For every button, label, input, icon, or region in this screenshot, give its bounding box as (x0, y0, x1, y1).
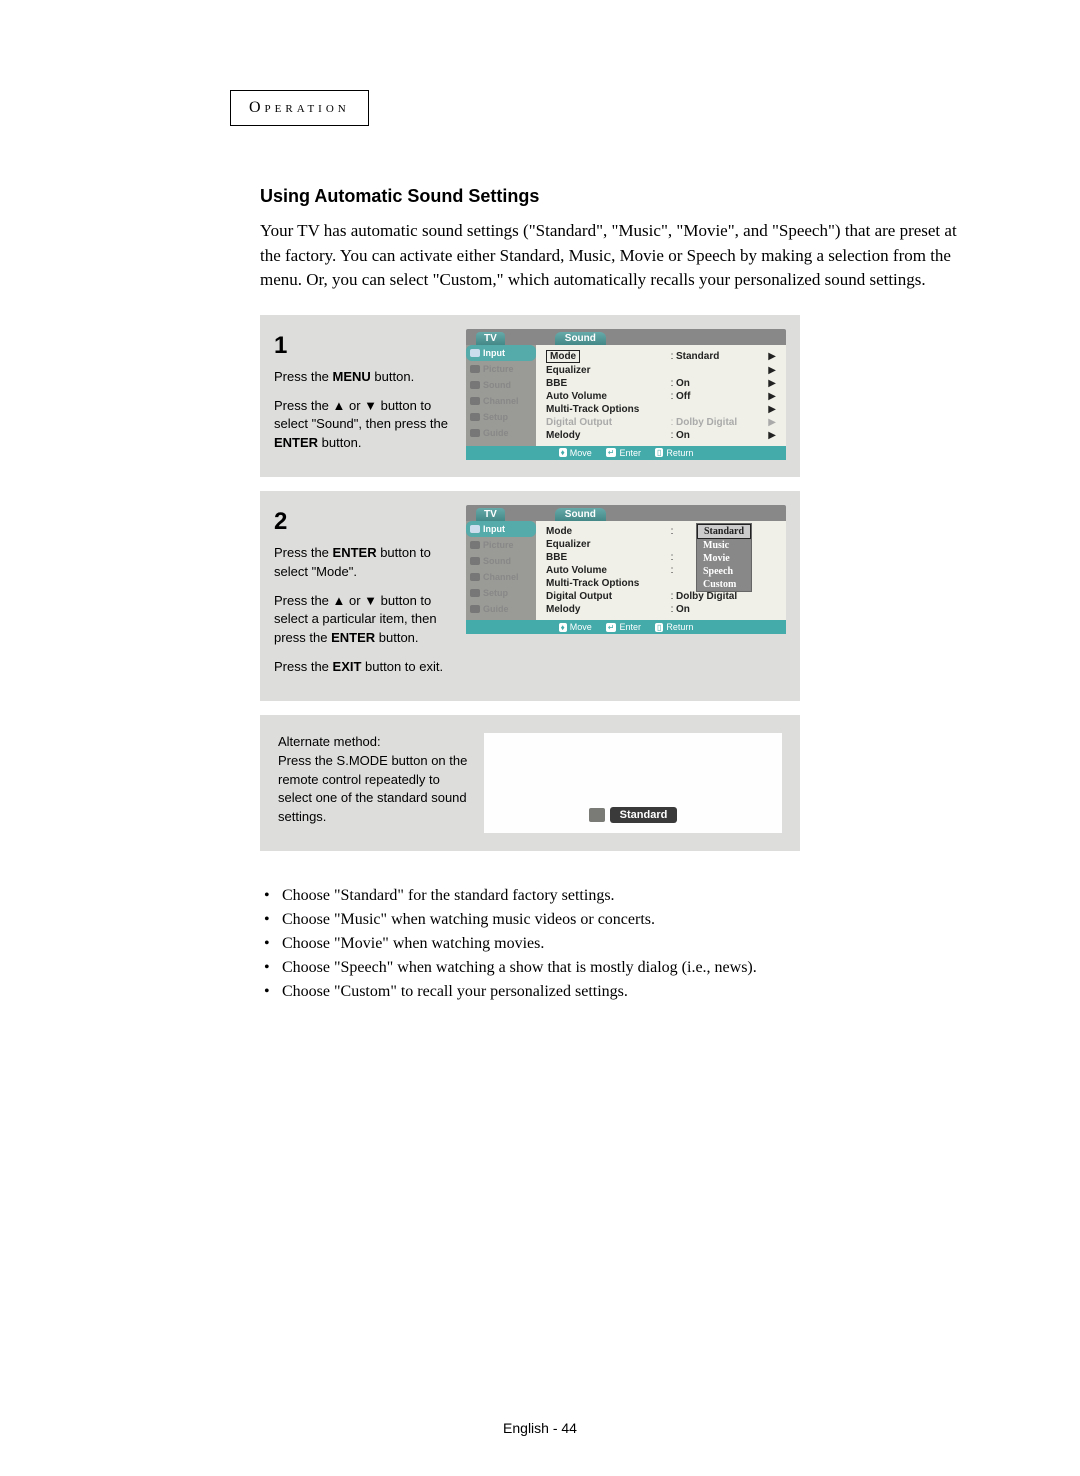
osd-row-autovolume: Auto Volume:Off▶ (546, 390, 776, 403)
smode-label: Standard (610, 807, 678, 823)
smode-indicator: Standard (589, 807, 678, 823)
dropdown-speech: Speech (697, 565, 751, 578)
channel-icon (470, 397, 480, 405)
sidebar-item-picture: Picture (466, 361, 536, 377)
chapter-header: Operation (230, 90, 369, 126)
step-1-instructions: 1 Press the MENU button. Press the ▲ or … (274, 329, 452, 463)
picture-icon (470, 365, 480, 373)
osd-footer: ♦Move ↵Enter ▯Return (466, 446, 786, 460)
sidebar-item-sound: Sound (466, 553, 536, 569)
bullet-item: Choose "Music" when watching music video… (260, 911, 970, 929)
osd-content: Mode:Standard▶ Equalizer▶ BBE:On▶ Auto V… (536, 345, 786, 446)
osd-sidebar: Input Picture Sound Channel Setup Guide (466, 345, 536, 446)
sidebar-item-guide: Guide (466, 601, 536, 617)
osd-row-melody: Melody:On (546, 603, 776, 616)
sound-icon (470, 557, 480, 565)
guide-icon (470, 605, 480, 613)
sidebar-item-channel: Channel (466, 393, 536, 409)
osd-row-equalizer: Equalizer▶ (546, 364, 776, 377)
enter-icon: ↵ (606, 623, 617, 632)
picture-icon (470, 541, 480, 549)
alternate-method: Alternate method: Press the S.MODE butto… (260, 715, 800, 851)
sidebar-item-channel: Channel (466, 569, 536, 585)
intro-paragraph: Your TV has automatic sound settings ("S… (260, 219, 970, 293)
mode-dropdown: Standard Music Movie Speech Custom (696, 523, 752, 592)
chapter-title: Operation (249, 99, 350, 116)
alt-screenshot: Standard (484, 733, 782, 833)
bullet-item: Choose "Custom" to recall your personali… (260, 983, 970, 1001)
sidebar-item-setup: Setup (466, 409, 536, 425)
step-1-osd: TV Sound Input Picture Sound Channel Set… (466, 329, 786, 463)
sidebar-item-sound: Sound (466, 377, 536, 393)
setup-icon (470, 413, 480, 421)
sidebar-item-picture: Picture (466, 537, 536, 553)
step-number: 2 (274, 505, 452, 540)
dropdown-music: Music (697, 539, 751, 552)
bullet-item: Choose "Standard" for the standard facto… (260, 887, 970, 905)
sidebar-item-guide: Guide (466, 425, 536, 441)
guide-icon (470, 429, 480, 437)
speaker-icon (589, 808, 605, 822)
step-number: 1 (274, 329, 452, 364)
osd-row-digital: Digital Output:Dolby Digital▶ (546, 416, 776, 429)
step-2-osd: TV Sound Input Picture Sound Channel Set… (466, 505, 786, 687)
osd-footer: ♦Move ↵Enter ▯Return (466, 620, 786, 634)
input-icon (470, 525, 480, 533)
move-icon: ♦ (559, 623, 567, 632)
step-2-instructions: 2 Press the ENTER button to select "Mode… (274, 505, 452, 687)
osd-sidebar: Input Picture Sound Channel Setup Guide (466, 521, 536, 620)
section-title: Using Automatic Sound Settings (260, 186, 970, 207)
sidebar-item-input: Input (466, 345, 536, 361)
sound-icon (470, 381, 480, 389)
bullet-item: Choose "Speech" when watching a show tha… (260, 959, 970, 977)
osd-title: Sound (555, 508, 606, 521)
step-2: 2 Press the ENTER button to select "Mode… (260, 491, 800, 701)
osd-title: Sound (555, 332, 606, 345)
enter-icon: ↵ (606, 448, 617, 457)
input-icon (470, 349, 480, 357)
return-icon: ▯ (655, 448, 663, 457)
osd-row-bbe: BBE:On▶ (546, 377, 776, 390)
alt-instructions: Alternate method: Press the S.MODE butto… (278, 733, 468, 833)
step-1: 1 Press the MENU button. Press the ▲ or … (260, 315, 800, 477)
osd-row-multitrack: Multi-Track Options▶ (546, 403, 776, 416)
sidebar-item-input: Input (466, 521, 536, 537)
channel-icon (470, 573, 480, 581)
move-icon: ♦ (559, 448, 567, 457)
dropdown-standard: Standard (697, 524, 751, 539)
dropdown-movie: Movie (697, 552, 751, 565)
notes-list: Choose "Standard" for the standard facto… (260, 887, 970, 1001)
osd-tv-label: TV (476, 508, 505, 521)
sidebar-item-setup: Setup (466, 585, 536, 601)
setup-icon (470, 589, 480, 597)
page-number: English - 44 (0, 1420, 1080, 1436)
osd-panel-1: TV Sound Input Picture Sound Channel Set… (466, 329, 786, 460)
dropdown-custom: Custom (697, 578, 751, 591)
osd-row-mode: Mode:Standard▶ (546, 349, 776, 364)
osd-tv-label: TV (476, 332, 505, 345)
return-icon: ▯ (655, 623, 663, 632)
bullet-item: Choose "Movie" when watching movies. (260, 935, 970, 953)
osd-row-melody: Melody:On▶ (546, 429, 776, 442)
